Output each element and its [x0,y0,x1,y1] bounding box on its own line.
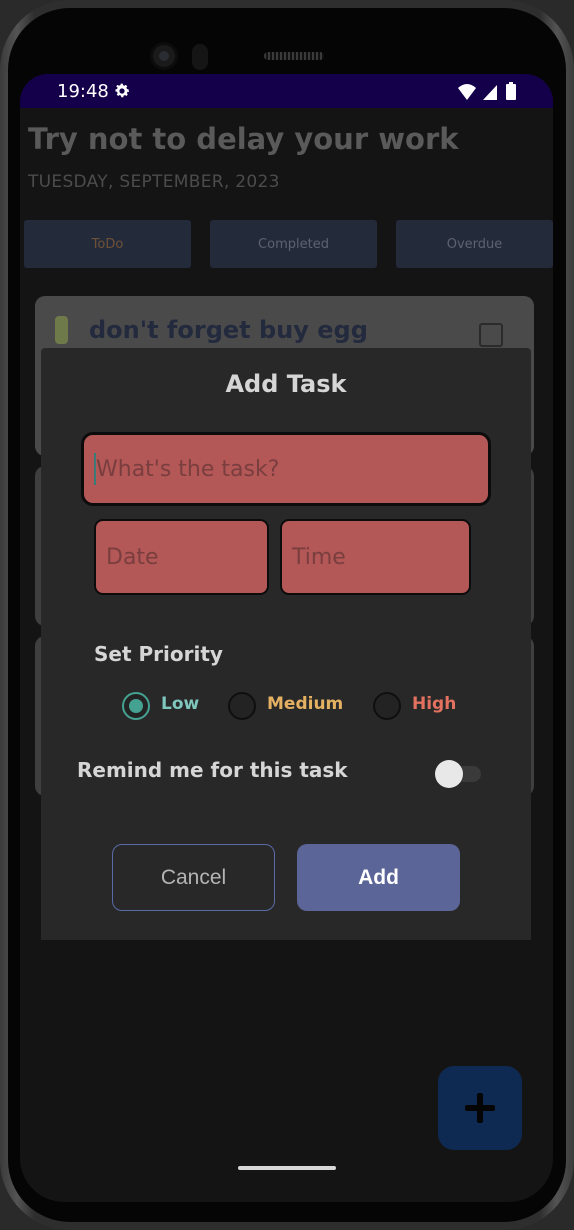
date-field[interactable]: Date [94,519,269,595]
date-placeholder: Date [106,544,159,570]
app-screen: 19:48 Try not to delay your work TUESDAY… [20,74,553,1202]
signal-icon [483,85,497,100]
add-button[interactable]: Add [297,844,460,911]
task-placeholder: What's the task? [96,456,280,482]
proximity-sensor [192,44,208,70]
tab-overdue[interactable]: Overdue [396,220,553,268]
priority-high-radio[interactable] [373,692,401,720]
current-date: TUESDAY, SEPTEMBER, 2023 [28,172,280,192]
task-input[interactable]: What's the task? [81,432,491,506]
priority-indicator [55,316,68,344]
toggle-thumb [435,760,463,788]
priority-medium-radio[interactable] [228,692,256,720]
priority-medium-label[interactable]: Medium [267,694,343,714]
time-placeholder: Time [292,544,346,570]
status-bar: 19:48 [20,74,553,108]
tab-todo[interactable]: ToDo [24,220,191,268]
earpiece-speaker [264,52,324,60]
add-task-dialog: Add Task What's the task? Date Time Set … [41,348,531,940]
battery-icon [506,82,516,100]
remind-label: Remind me for this task [77,758,348,782]
time-field[interactable]: Time [280,519,471,595]
priority-low-label[interactable]: Low [161,694,199,714]
page-title: Try not to delay your work [28,122,459,156]
task-title: don't forget buy egg [89,316,368,344]
cancel-button[interactable]: Cancel [112,844,275,911]
phone-frame: 19:48 Try not to delay your work TUESDAY… [0,0,574,1230]
front-camera [150,42,178,70]
priority-low-radio[interactable] [122,692,150,720]
remind-toggle[interactable] [435,758,483,788]
tab-completed[interactable]: Completed [210,220,377,268]
wifi-icon [458,84,476,100]
status-time: 19:48 [57,81,109,102]
gear-icon [115,83,130,98]
task-checkbox[interactable] [479,323,503,347]
add-task-fab[interactable] [438,1066,522,1150]
plus-icon [465,1093,495,1123]
status-icons [458,82,516,100]
priority-label: Set Priority [94,642,223,666]
priority-high-label[interactable]: High [412,694,456,714]
gesture-nav-bar[interactable] [238,1166,336,1170]
dialog-title: Add Task [225,370,347,398]
